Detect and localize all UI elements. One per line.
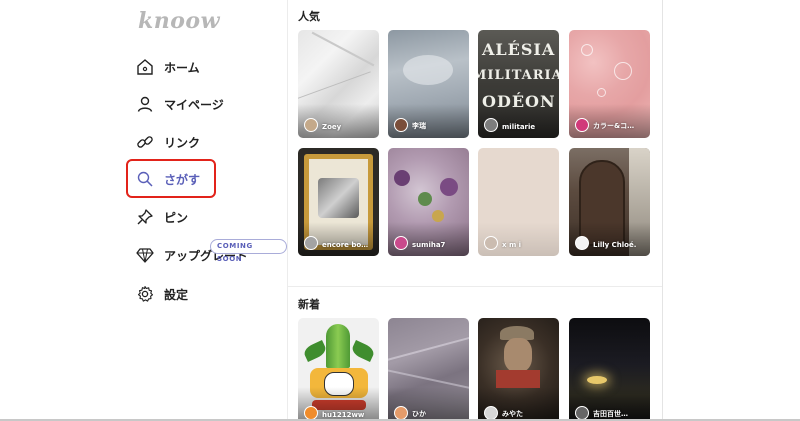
avatar[interactable] [394,406,408,420]
post-card[interactable]: みやた [478,318,559,421]
coming-soon-badge: COMING SOON [210,239,287,263]
section-title-new: 新着 [298,298,320,311]
sidebar: knoow ホーム マイページ リンク さがす ピン アップグレード COMIN… [0,0,288,421]
gear-icon [136,285,154,303]
post-card[interactable]: ALÉSIA MILITARIA ODÉON militarie [478,30,559,138]
post-card[interactable]: ひか [388,318,469,421]
avatar[interactable] [484,236,498,250]
post-card[interactable]: 李瑞 [388,30,469,138]
post-card[interactable]: sumiha7 [388,148,469,256]
card-author[interactable]: sumiha7 [412,241,445,249]
sidebar-item-mypage[interactable]: マイページ [136,92,224,116]
bead-shape [394,170,410,186]
sidebar-item-pin[interactable]: ピン [136,205,188,229]
sign-text: MILITARIA [478,68,559,83]
card-author[interactable]: encore bo… [322,241,368,249]
post-card[interactable]: 吉田百世… [569,318,650,421]
bead-shape [440,178,458,196]
post-card[interactable]: encore bo… [298,148,379,256]
right-panel [662,0,800,421]
post-card[interactable]: hu1212ww [298,318,379,421]
post-card[interactable]: Zoey [298,30,379,138]
card-author[interactable]: Lilly Chloé. [593,241,636,249]
sidebar-item-link[interactable]: リンク [136,130,200,154]
avatar[interactable] [484,118,498,132]
diamond-icon [136,246,154,264]
face-shape [504,338,532,372]
avatar[interactable] [394,236,408,250]
jacket-illustration [318,178,359,218]
sidebar-item-label: リンク [164,135,201,150]
sidebar-item-settings[interactable]: 設定 [136,282,188,306]
bead-shape [418,192,432,206]
app-window: knoow ホーム マイページ リンク さがす ピン アップグレード COMIN… [0,0,800,421]
card-author[interactable]: hu1212ww [322,411,364,419]
avatar[interactable] [304,236,318,250]
link-icon [136,133,154,151]
sidebar-item-label: マイページ [164,97,224,112]
sidebar-item-label: ホーム [164,60,200,75]
scarf-shape [496,370,540,388]
sidebar-item-label: ピン [164,210,189,225]
post-card[interactable]: Lilly Chloé. [569,148,650,256]
card-author[interactable]: ひか [412,409,426,419]
avatar[interactable] [575,118,589,132]
card-author[interactable]: みやた [502,409,523,419]
card-author[interactable]: カラー&コ… [593,121,634,131]
sidebar-item-home[interactable]: ホーム [136,55,200,79]
main-content: 人気 Zoey 李瑞 ALÉSIA MILITARIA ODÉON milita… [288,0,662,421]
moon-glow [587,376,607,384]
marble-texture [311,31,375,67]
post-card[interactable]: x m i [478,148,559,256]
section-divider [288,286,662,287]
app-logo[interactable]: knoow [138,8,220,34]
card-author[interactable]: 李瑞 [412,121,426,131]
bead-shape [432,210,444,222]
marble-texture [298,71,371,100]
avatar[interactable] [304,406,318,420]
card-author[interactable]: x m i [502,241,521,249]
bubble-shape [597,88,606,97]
user-icon [136,95,154,113]
bubble-shape [581,44,593,56]
sign-text: ALÉSIA [482,40,556,59]
search-highlight-box [126,159,216,198]
bubble-shape [614,62,632,80]
card-author[interactable]: Zoey [322,123,341,131]
cloud-shape [403,55,453,85]
card-author[interactable]: 吉田百世… [593,409,628,419]
leaf-shape [302,340,328,362]
swirl-texture [388,335,469,363]
pin-icon [136,208,154,226]
leaf-shape [350,340,376,362]
home-icon [136,58,154,76]
post-card[interactable]: カラー&コ… [569,30,650,138]
card-author[interactable]: militarie [502,123,535,131]
bamboo-shape [326,324,350,368]
avatar[interactable] [304,118,318,132]
section-title-popular: 人気 [298,10,320,23]
avatar[interactable] [484,406,498,420]
sidebar-item-label: 設定 [164,287,189,302]
avatar[interactable] [575,236,589,250]
avatar[interactable] [575,406,589,420]
avatar[interactable] [394,118,408,132]
